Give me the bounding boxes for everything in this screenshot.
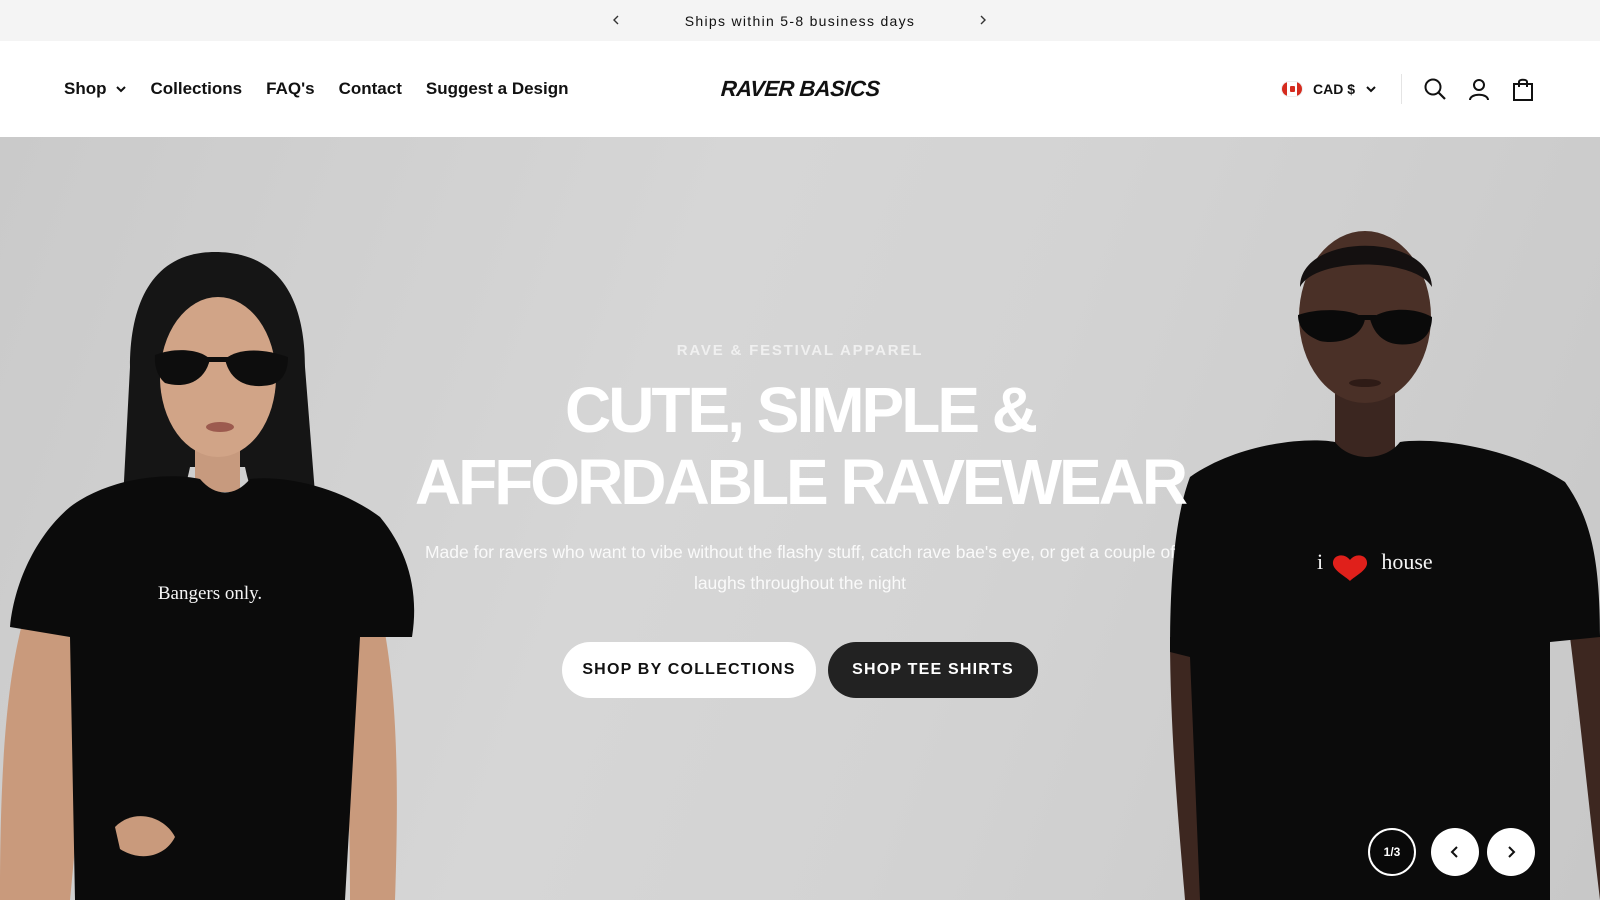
- main-nav: Shop Collections FAQ's Contact Suggest a…: [64, 41, 569, 137]
- currency-label: CAD $: [1312, 81, 1355, 97]
- header-tools: CAD $: [1280, 41, 1536, 137]
- hero-headline-line2: AFFORDABLE RAVEWEAR: [414, 446, 1188, 518]
- site-header: Shop Collections FAQ's Contact Suggest a…: [0, 41, 1600, 137]
- account-icon: [1469, 79, 1489, 101]
- shop-by-collections-button[interactable]: SHOP BY COLLECTIONS: [562, 642, 816, 698]
- hero-eyebrow: RAVE & FESTIVAL APPAREL: [676, 342, 924, 359]
- announcement-bar: Ships within 5-8 business days: [0, 0, 1600, 41]
- shirt-text-right-house: house: [1381, 549, 1432, 574]
- shop-tee-shirts-button[interactable]: SHOP TEE SHIRTS: [828, 642, 1038, 698]
- announcement-next-button[interactable]: [973, 10, 993, 30]
- announcement-prev-button[interactable]: [606, 10, 626, 30]
- chevron-left-icon: [1450, 846, 1458, 858]
- announcement-text: Ships within 5-8 business days: [684, 12, 916, 29]
- model-left-image: Bangers only.: [0, 252, 415, 900]
- hero-subcopy: Made for ravers who want to vibe without…: [400, 537, 1200, 599]
- nav-item-label: FAQ's: [266, 79, 315, 98]
- nav-item-label: Suggest a Design: [425, 79, 569, 98]
- canada-flag-icon: [1280, 81, 1303, 97]
- nav-item-shop[interactable]: Shop: [64, 79, 127, 99]
- cart-icon: [1513, 78, 1533, 101]
- nav-item-collections[interactable]: Collections: [151, 79, 243, 99]
- currency-selector[interactable]: CAD $: [1280, 74, 1402, 104]
- nav-item-label: Collections: [150, 79, 243, 98]
- hero-subcopy-line1: Made for ravers who want to vibe without…: [424, 542, 1176, 562]
- chevron-right-icon: [1508, 846, 1516, 858]
- shirt-text-right-i: i: [1317, 549, 1323, 574]
- chevron-right-icon: [980, 15, 986, 25]
- account-button[interactable]: [1466, 76, 1492, 102]
- hero-buttons: SHOP BY COLLECTIONS SHOP TEE SHIRTS: [400, 642, 1200, 698]
- search-icon: [1424, 78, 1446, 100]
- hero-headline: CUTE, SIMPLE & AFFORDABLE RAVEWEAR: [400, 374, 1200, 518]
- model-right-image: i house: [1170, 231, 1600, 900]
- nav-item-suggest-design[interactable]: Suggest a Design: [426, 79, 569, 99]
- hero-banner: Bangers only. i house RAVE & FESTIVAL AP…: [0, 137, 1600, 900]
- chevron-down-icon: [115, 86, 126, 93]
- slide-next-button[interactable]: [1487, 828, 1535, 876]
- nav-item-label: Contact: [338, 79, 402, 98]
- chevron-left-icon: [613, 15, 619, 25]
- nav-item-label: Shop: [64, 79, 107, 98]
- nav-item-contact[interactable]: Contact: [339, 79, 402, 99]
- slide-prev-button[interactable]: [1431, 828, 1479, 876]
- nav-item-faqs[interactable]: FAQ's: [266, 79, 314, 99]
- site-logo[interactable]: RAVER BASICS: [720, 76, 880, 102]
- shirt-text-left: Bangers only.: [158, 583, 262, 604]
- hero-headline-line1: CUTE, SIMPLE &: [564, 374, 1038, 446]
- search-button[interactable]: [1422, 76, 1448, 102]
- hero-subcopy-line2: laughs throughout the night: [693, 573, 907, 593]
- slide-counter[interactable]: 1/3: [1368, 828, 1416, 876]
- cart-button[interactable]: [1510, 76, 1536, 102]
- chevron-down-icon: [1366, 86, 1376, 93]
